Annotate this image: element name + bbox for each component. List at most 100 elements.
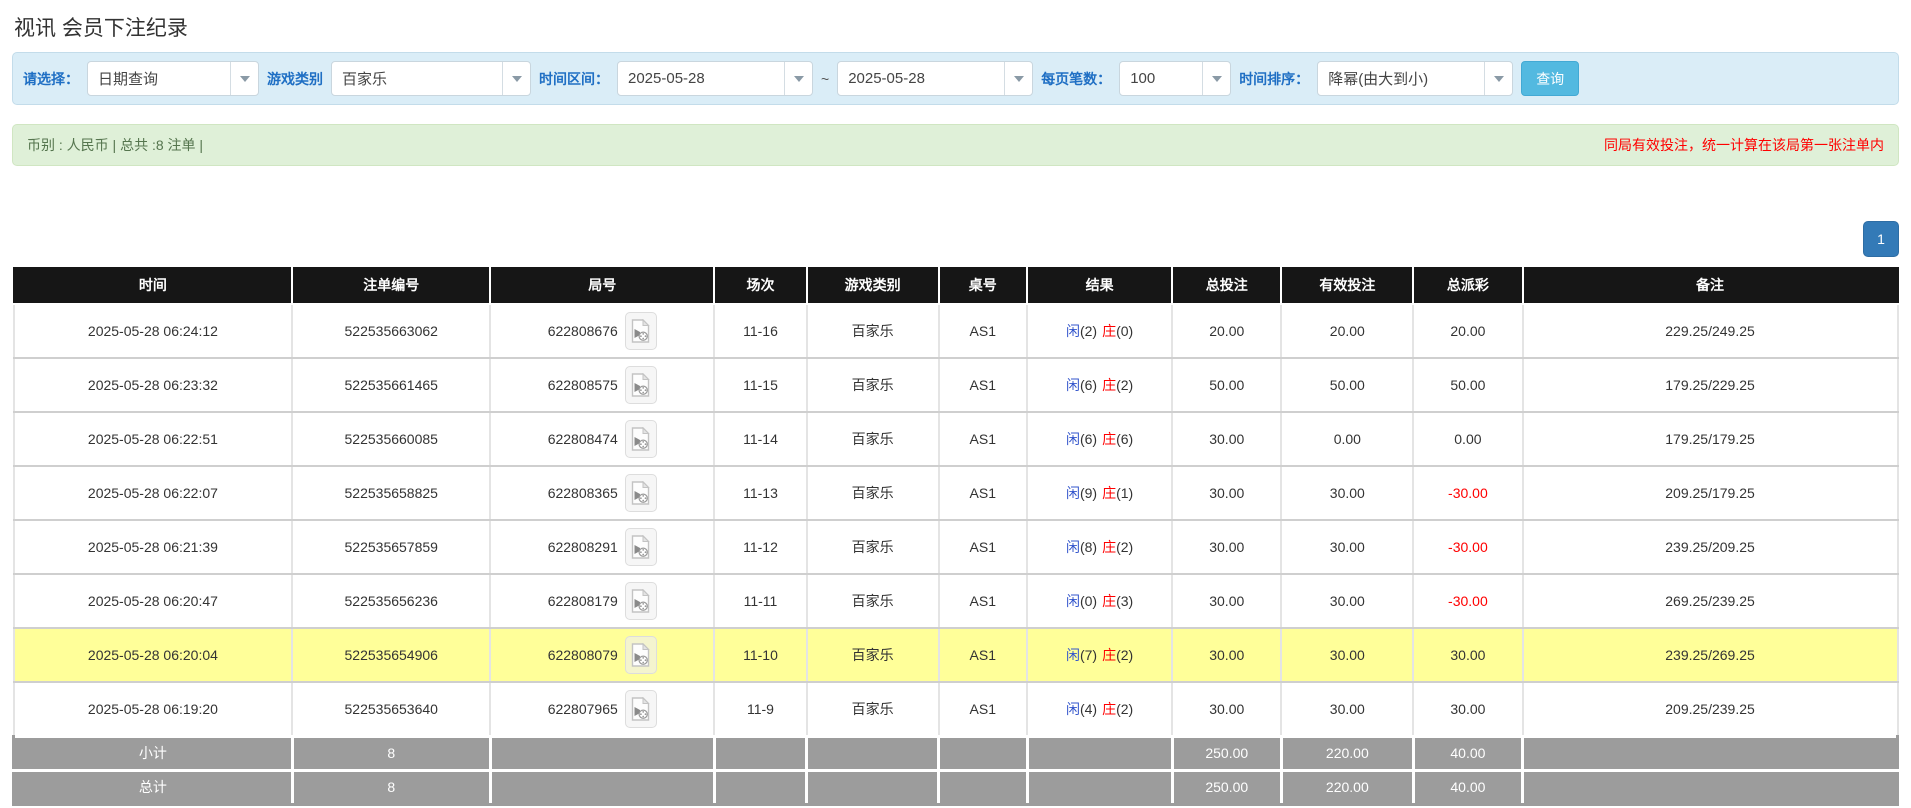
query-type-select[interactable]: 日期查询 <box>87 61 259 96</box>
currency-summary-text: 币别 : 人民币 | 总共 :8 注单 | <box>27 135 203 155</box>
video-file-icon <box>631 319 650 343</box>
total-bet-link[interactable]: 20.00 <box>1172 304 1281 358</box>
game-cell: 百家乐 <box>807 682 939 736</box>
subtotal-valid-bet: 220.00 <box>1281 736 1413 770</box>
time-cell: 2025-05-28 06:22:51 <box>14 412 293 466</box>
table-row: 2025-05-28 06:24:12 522535663062 6228086… <box>14 304 1898 358</box>
valid-bet-cell: 30.00 <box>1281 574 1413 628</box>
chevron-down-icon[interactable] <box>502 62 530 95</box>
time-range-label: 时间区间： <box>539 69 609 89</box>
betting-records-table: 时间 注单编号 局号 场次 游戏类别 桌号 结果 总投注 有效投注 总派彩 备注… <box>12 267 1899 806</box>
player-score: (2) <box>1080 323 1097 339</box>
valid-bet-warning-text: 同局有效投注，统一计算在该局第一张注单内 <box>1604 135 1884 155</box>
game-type-label: 游戏类别 <box>267 69 323 89</box>
query-type-value: 日期查询 <box>88 62 230 95</box>
round-number: 622808676 <box>548 323 618 339</box>
game-type-select[interactable]: 百家乐 <box>331 61 531 96</box>
banker-score: (2) <box>1116 539 1133 555</box>
video-file-icon <box>631 481 650 505</box>
video-file-icon <box>631 373 650 397</box>
note-cell: 269.25/239.25 <box>1523 574 1898 628</box>
session-cell: 11-16 <box>714 304 806 358</box>
chevron-down-icon[interactable] <box>1202 62 1230 95</box>
video-replay-button[interactable] <box>625 636 657 674</box>
page-title: 视讯 会员下注纪录 <box>12 6 1899 52</box>
chevron-down-icon[interactable] <box>230 62 258 95</box>
session-cell: 11-11 <box>714 574 806 628</box>
game-cell: 百家乐 <box>807 574 939 628</box>
col-note: 备注 <box>1523 267 1898 304</box>
payout-cell: 30.00 <box>1413 682 1522 736</box>
col-game-type: 游戏类别 <box>807 267 939 304</box>
table-row: 2025-05-28 06:19:20 522535653640 6228079… <box>14 682 1898 736</box>
video-replay-button[interactable] <box>625 474 657 512</box>
col-round: 局号 <box>490 267 714 304</box>
round-cell: 622807965 <box>490 682 714 736</box>
player-label: 闲 <box>1066 431 1080 447</box>
table-header: 时间 注单编号 局号 场次 游戏类别 桌号 结果 总投注 有效投注 总派彩 备注 <box>14 267 1898 304</box>
per-page-select[interactable]: 100 <box>1119 61 1231 96</box>
date-from-select[interactable]: 2025-05-28 <box>617 61 813 96</box>
time-sort-value: 降幂(由大到小) <box>1318 62 1484 95</box>
video-replay-button[interactable] <box>625 582 657 620</box>
betting-records-page: 视讯 会员下注纪录 请选择： 日期查询 游戏类别 百家乐 时间区间： 2025-… <box>0 0 1911 806</box>
video-replay-button[interactable] <box>625 528 657 566</box>
col-session: 场次 <box>714 267 806 304</box>
total-bet-link[interactable]: 30.00 <box>1172 412 1281 466</box>
result-cell: 闲(7)庄(2) <box>1027 628 1172 682</box>
round-number: 622808291 <box>548 539 618 555</box>
video-replay-button[interactable] <box>625 420 657 458</box>
total-bet-link[interactable]: 30.00 <box>1172 520 1281 574</box>
banker-label: 庄 <box>1102 593 1116 609</box>
range-tilde: ~ <box>821 71 829 87</box>
page-1-button[interactable]: 1 <box>1863 221 1899 257</box>
round-cell: 622808575 <box>490 358 714 412</box>
total-bet-link[interactable]: 30.00 <box>1172 574 1281 628</box>
col-payout: 总派彩 <box>1413 267 1522 304</box>
player-score: (4) <box>1080 701 1097 717</box>
chevron-down-icon[interactable] <box>1004 62 1032 95</box>
table-no-cell: AS1 <box>939 466 1028 520</box>
video-replay-button[interactable] <box>625 690 657 728</box>
total-bet-link[interactable]: 30.00 <box>1172 628 1281 682</box>
player-score: (9) <box>1080 485 1097 501</box>
result-cell: 闲(8)庄(2) <box>1027 520 1172 574</box>
date-to-select[interactable]: 2025-05-28 <box>837 61 1033 96</box>
subtotal-payout: 40.00 <box>1413 736 1522 770</box>
chevron-down-icon[interactable] <box>1484 62 1512 95</box>
banker-score: (1) <box>1116 485 1133 501</box>
round-cell: 622808365 <box>490 466 714 520</box>
time-sort-label: 时间排序： <box>1239 69 1309 89</box>
banker-label: 庄 <box>1102 431 1116 447</box>
time-cell: 2025-05-28 06:19:20 <box>14 682 293 736</box>
video-file-icon <box>631 535 650 559</box>
banker-label: 庄 <box>1102 539 1116 555</box>
banker-label: 庄 <box>1102 377 1116 393</box>
total-bet-link[interactable]: 30.00 <box>1172 682 1281 736</box>
search-button[interactable]: 查询 <box>1521 61 1579 96</box>
filter-bar: 请选择： 日期查询 游戏类别 百家乐 时间区间： 2025-05-28 ~ 20… <box>12 52 1899 105</box>
video-file-icon <box>631 697 650 721</box>
col-result: 结果 <box>1027 267 1172 304</box>
time-cell: 2025-05-28 06:21:39 <box>14 520 293 574</box>
video-replay-button[interactable] <box>625 366 657 404</box>
total-bet-link[interactable]: 50.00 <box>1172 358 1281 412</box>
result-cell: 闲(6)庄(6) <box>1027 412 1172 466</box>
bet-id-cell: 522535656236 <box>292 574 490 628</box>
game-cell: 百家乐 <box>807 412 939 466</box>
chevron-down-icon[interactable] <box>784 62 812 95</box>
player-score: (7) <box>1080 647 1097 663</box>
round-cell: 622808474 <box>490 412 714 466</box>
subtotal-label: 小计 <box>14 736 293 770</box>
time-cell: 2025-05-28 06:20:47 <box>14 574 293 628</box>
grand-total-row: 总计 8 250.00 220.00 40.00 <box>14 770 1898 804</box>
table-no-cell: AS1 <box>939 520 1028 574</box>
time-sort-select[interactable]: 降幂(由大到小) <box>1317 61 1513 96</box>
note-cell: 239.25/209.25 <box>1523 520 1898 574</box>
table-row: 2025-05-28 06:23:32 522535661465 6228085… <box>14 358 1898 412</box>
payout-cell: 30.00 <box>1413 628 1522 682</box>
video-replay-button[interactable] <box>625 312 657 350</box>
table-row: 2025-05-28 06:21:39 522535657859 6228082… <box>14 520 1898 574</box>
session-cell: 11-15 <box>714 358 806 412</box>
total-bet-link[interactable]: 30.00 <box>1172 466 1281 520</box>
